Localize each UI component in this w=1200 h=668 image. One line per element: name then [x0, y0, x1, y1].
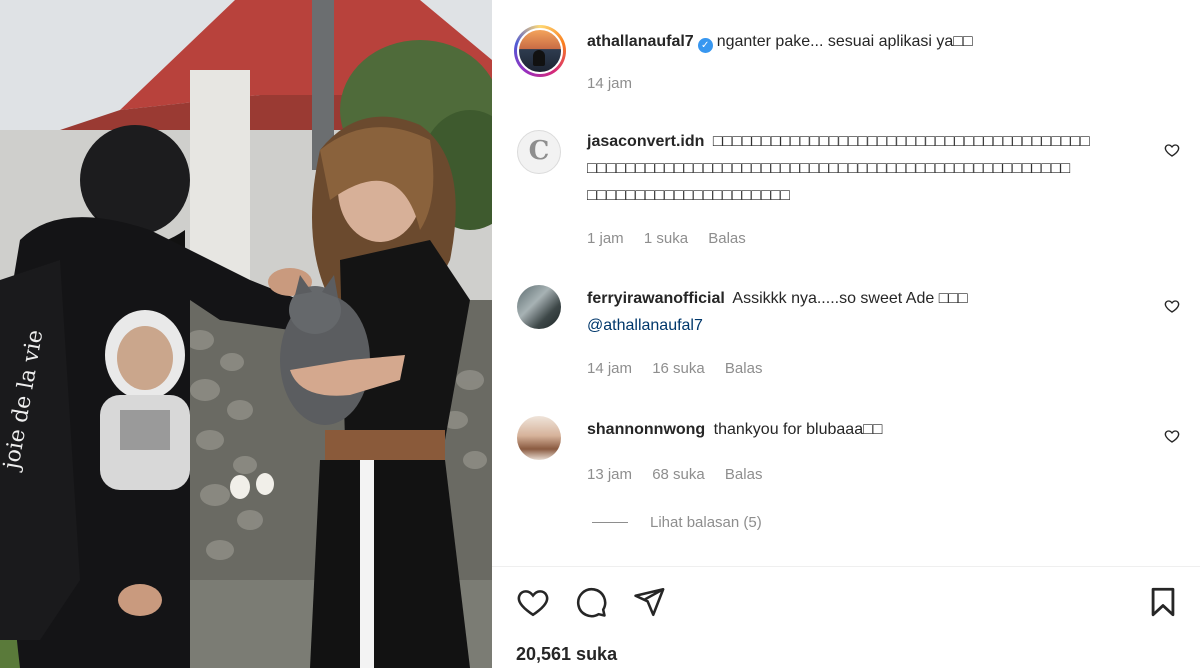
comment-username[interactable]: ferryirawanofficial — [587, 290, 725, 307]
comment-avatar[interactable]: C — [517, 130, 561, 174]
comment-username[interactable]: jasaconvert.idn — [587, 133, 704, 150]
comment-like-heart-icon[interactable] — [1164, 142, 1180, 158]
reply-button[interactable]: Balas — [708, 230, 746, 247]
post-media[interactable]: joie de la vie — [0, 0, 492, 668]
caption-time[interactable]: 14 jam — [587, 75, 632, 92]
comment-time[interactable]: 1 jam — [587, 230, 624, 247]
reply-button[interactable]: Balas — [725, 466, 763, 483]
comment-likes[interactable]: 68 suka — [652, 466, 705, 483]
post-sidebar: athallanaufal7 ✓ nganter pake... sesuai ap… — [492, 0, 1200, 668]
actions-divider — [492, 566, 1200, 567]
verified-badge-icon: ✓ — [697, 38, 713, 53]
bookmark-icon[interactable] — [1146, 585, 1180, 619]
comment-meta: 14 jam 16 suka Balas — [587, 360, 778, 377]
like-count[interactable]: 20,561 suka — [516, 644, 617, 665]
comment-meta: 13 jam 68 suka Balas — [587, 466, 778, 483]
view-replies-line — [592, 522, 628, 523]
reply-button[interactable]: Balas — [725, 360, 763, 377]
send-icon[interactable] — [632, 585, 666, 619]
view-replies-label: Lihat balasan (5) — [650, 514, 762, 531]
action-bar — [492, 585, 1200, 621]
comment-time[interactable]: 13 jam — [587, 466, 632, 483]
view-replies-button[interactable]: Lihat balasan (5) — [592, 514, 762, 531]
comment-avatar[interactable] — [517, 416, 561, 460]
comment-username[interactable]: shannonnwong — [587, 421, 705, 438]
heart-icon[interactable] — [516, 585, 550, 619]
comment-text-line: □□□□□□□□□□□□□□□□□□□□□□□□□□□□□□□□□□□□□□□ — [712, 133, 1090, 150]
comment-item: shannonnwong thankyou for blubaaa□□ — [587, 416, 1140, 443]
comment-item: jasaconvert.idn □□□□□□□□□□□□□□□□□□□□□□□□… — [587, 128, 1140, 209]
comment-likes[interactable]: 1 suka — [644, 230, 688, 247]
caption-meta: 14 jam — [587, 75, 648, 92]
post-photo: joie de la vie — [0, 0, 492, 668]
comment-text-line: □□□□□□□□□□□□□□□□□□□□□ — [587, 187, 790, 204]
comment-avatar[interactable] — [517, 285, 561, 329]
comment-text: Assikkk nya.....so sweet Ade □□□ — [732, 290, 968, 307]
comment-meta: 1 jam 1 suka Balas — [587, 230, 762, 247]
author-avatar[interactable] — [514, 25, 566, 77]
caption-text: nganter pake... sesuai aplikasi ya□□ — [716, 33, 973, 50]
comment-text: thankyou for blubaaa□□ — [713, 421, 883, 438]
caption: athallanaufal7 ✓ nganter pake... sesuai ap… — [587, 28, 1140, 55]
caption-username[interactable]: athallanaufal7 — [587, 33, 694, 50]
comment-time[interactable]: 14 jam — [587, 360, 632, 377]
comment-item: ferryirawanofficial Assikkk nya.....so s… — [587, 285, 1140, 339]
comment-like-heart-icon[interactable] — [1164, 428, 1180, 444]
comment-text-line: □□□□□□□□□□□□□□□□□□□□□□□□□□□□□□□□□□□□□□□□… — [587, 160, 1071, 177]
comment-like-heart-icon[interactable] — [1164, 298, 1180, 314]
comment-mention-link[interactable]: @athallanaufal7 — [587, 317, 703, 334]
author-avatar-image — [517, 28, 563, 74]
comment-likes[interactable]: 16 suka — [652, 360, 705, 377]
comment-icon[interactable] — [574, 585, 608, 619]
